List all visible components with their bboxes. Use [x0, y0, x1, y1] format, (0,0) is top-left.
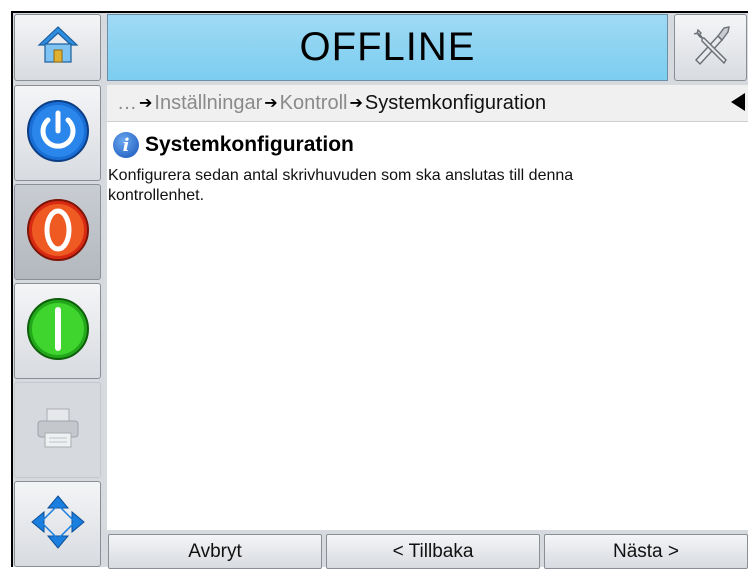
navigation-arrows-icon	[28, 492, 88, 557]
status-bar: OFFLINE	[107, 14, 668, 81]
navigation-button[interactable]	[14, 481, 101, 567]
breadcrumb-ellipsis[interactable]: …	[117, 92, 137, 115]
back-button-label: < Tillbaka	[392, 540, 474, 562]
breadcrumb-current: Systemkonfiguration	[364, 91, 547, 114]
page-description: Konfigurera sedan antal skrivhuvuden som…	[108, 167, 574, 204]
start-icon	[25, 296, 91, 367]
app-frame: OFFLINE … ➔ Inställningar ➔ Kontroll ➔ S…	[11, 11, 748, 569]
breadcrumb-separator-icon: ➔	[349, 95, 363, 112]
cancel-button[interactable]: Avbryt	[108, 534, 322, 569]
info-icon: i	[113, 132, 139, 158]
home-button[interactable]	[14, 14, 101, 81]
page-title: Systemkonfiguration	[145, 133, 354, 156]
page-heading: i Systemkonfiguration	[113, 132, 748, 158]
breadcrumb-item-installningar[interactable]: Inställningar	[154, 92, 262, 115]
cancel-button-label: Avbryt	[188, 540, 242, 562]
print-button[interactable]	[14, 382, 101, 478]
power-button[interactable]	[14, 85, 101, 181]
breadcrumb-item-kontroll[interactable]: Kontroll	[280, 92, 348, 115]
next-button-label: Nästa >	[612, 540, 679, 562]
tools-button[interactable]	[674, 14, 747, 81]
back-button[interactable]: < Tillbaka	[326, 534, 540, 569]
power-icon	[25, 98, 91, 169]
stop-icon	[25, 197, 91, 268]
next-button[interactable]: Nästa >	[544, 534, 748, 569]
printer-status: OFFLINE	[299, 25, 476, 69]
start-button[interactable]	[14, 283, 101, 379]
breadcrumb-separator-icon: ➔	[264, 95, 278, 112]
wizard-button-bar: Avbryt < Tillbaka Nästa >	[107, 534, 748, 569]
home-icon	[36, 23, 80, 72]
content-panel: … ➔ Inställningar ➔ Kontroll ➔ Systemkon…	[107, 85, 748, 530]
breadcrumb: … ➔ Inställningar ➔ Kontroll ➔ Systemkon…	[107, 85, 748, 122]
breadcrumb-back-arrow-icon[interactable]	[731, 93, 745, 111]
tools-icon	[688, 22, 734, 73]
stop-button[interactable]	[14, 184, 101, 280]
breadcrumb-separator-icon: ➔	[139, 95, 153, 112]
control-sidebar	[14, 85, 101, 569]
printer-icon	[33, 403, 83, 458]
